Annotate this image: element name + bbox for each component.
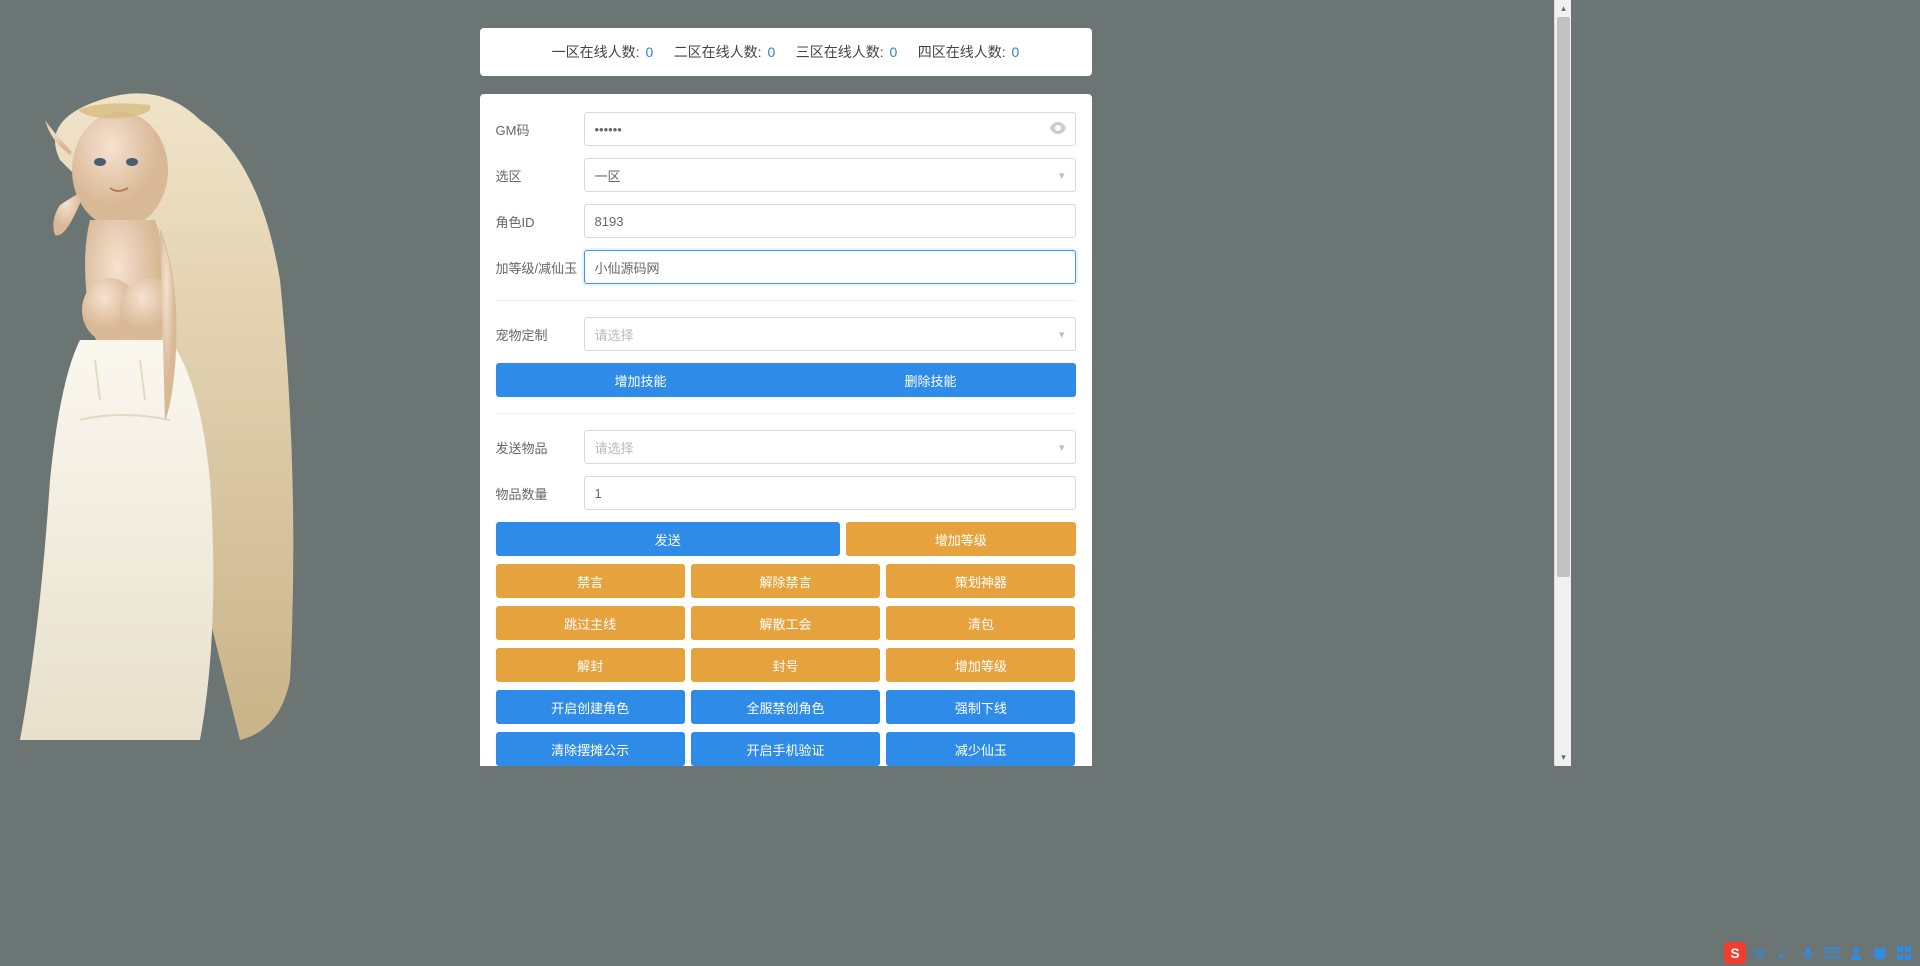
scrollbar[interactable]: ▴ ▾ [1554,0,1571,766]
divider [496,300,1076,301]
skip-main-button[interactable]: 跳过主线 [496,606,685,640]
chevron-down-icon: ▾ [1059,328,1065,341]
sogou-ime-icon[interactable]: S [1724,942,1746,964]
gm-code-label: GM码 [496,120,584,139]
scroll-down-arrow[interactable]: ▾ [1555,749,1571,766]
admin-panel: 一区在线人数: 0 二区在线人数: 0 三区在线人数: 0 四区在线人数: 0 … [480,28,1092,766]
role-id-label: 角色ID [496,212,584,231]
reduce-jade-button[interactable]: 减少仙玉 [886,732,1075,766]
divider [496,413,1076,414]
pet-custom-select[interactable]: 请选择 ▾ [584,317,1076,351]
disable-create-role-button[interactable]: 全服禁创角色 [691,690,880,724]
send-button[interactable]: 发送 [496,522,840,556]
status-bar: 一区在线人数: 0 二区在线人数: 0 三区在线人数: 0 四区在线人数: 0 [480,28,1092,76]
role-id-input[interactable] [584,204,1076,238]
zone-4-status: 四区在线人数: 0 [918,42,1020,62]
zone-3-status: 三区在线人数: 0 [796,42,898,62]
level-up-button[interactable]: 增加等级 [846,522,1076,556]
send-item-select[interactable]: 请选择 ▾ [584,430,1076,464]
scroll-up-arrow[interactable]: ▴ [1555,0,1571,17]
ime-keyboard-icon[interactable] [1822,943,1842,963]
ime-taskbar: S 中 [1718,940,1920,966]
enable-create-role-button[interactable]: 开启创建角色 [496,690,685,724]
ime-punct-icon[interactable] [1774,943,1794,963]
level-jade-label: 加等级/减仙玉 [496,258,584,277]
unban-button[interactable]: 解封 [496,648,685,682]
chevron-down-icon: ▾ [1059,169,1065,182]
add-skill-button[interactable]: 增加技能 [496,363,786,397]
ime-toolbox-icon[interactable] [1894,943,1914,963]
send-item-label: 发送物品 [496,438,584,457]
ime-lang-icon[interactable]: 中 [1750,943,1770,963]
zone-1-status: 一区在线人数: 0 [552,42,654,62]
unmute-button[interactable]: 解除禁言 [691,564,880,598]
ban-button[interactable]: 封号 [691,648,880,682]
eye-icon[interactable] [1050,121,1066,137]
item-qty-label: 物品数量 [496,484,584,503]
ime-mic-icon[interactable] [1798,943,1818,963]
enable-phone-verify-button[interactable]: 开启手机验证 [691,732,880,766]
planner-tool-button[interactable]: 策划神器 [886,564,1075,598]
clear-stall-button[interactable]: 清除摆摊公示 [496,732,685,766]
ime-skin-icon[interactable] [1870,943,1890,963]
character-illustration [0,80,320,760]
pet-custom-label: 宠物定制 [496,325,584,344]
ime-person-icon[interactable] [1846,943,1866,963]
form-panel: GM码 选区 一区 ▾ 角色ID [480,94,1092,766]
disband-guild-button[interactable]: 解散工会 [691,606,880,640]
mute-button[interactable]: 禁言 [496,564,685,598]
level-jade-input[interactable] [584,250,1076,284]
chevron-down-icon: ▾ [1059,441,1065,454]
zone-label: 选区 [496,166,584,185]
clear-bag-button[interactable]: 清包 [886,606,1075,640]
zone-select[interactable]: 一区 ▾ [584,158,1076,192]
force-offline-button[interactable]: 强制下线 [886,690,1075,724]
del-skill-button[interactable]: 删除技能 [786,363,1076,397]
item-qty-input[interactable] [584,476,1076,510]
scrollbar-thumb[interactable] [1557,17,1570,577]
zone-2-status: 二区在线人数: 0 [674,42,776,62]
add-level-button[interactable]: 增加等级 [886,648,1075,682]
gm-code-input[interactable] [584,112,1076,146]
